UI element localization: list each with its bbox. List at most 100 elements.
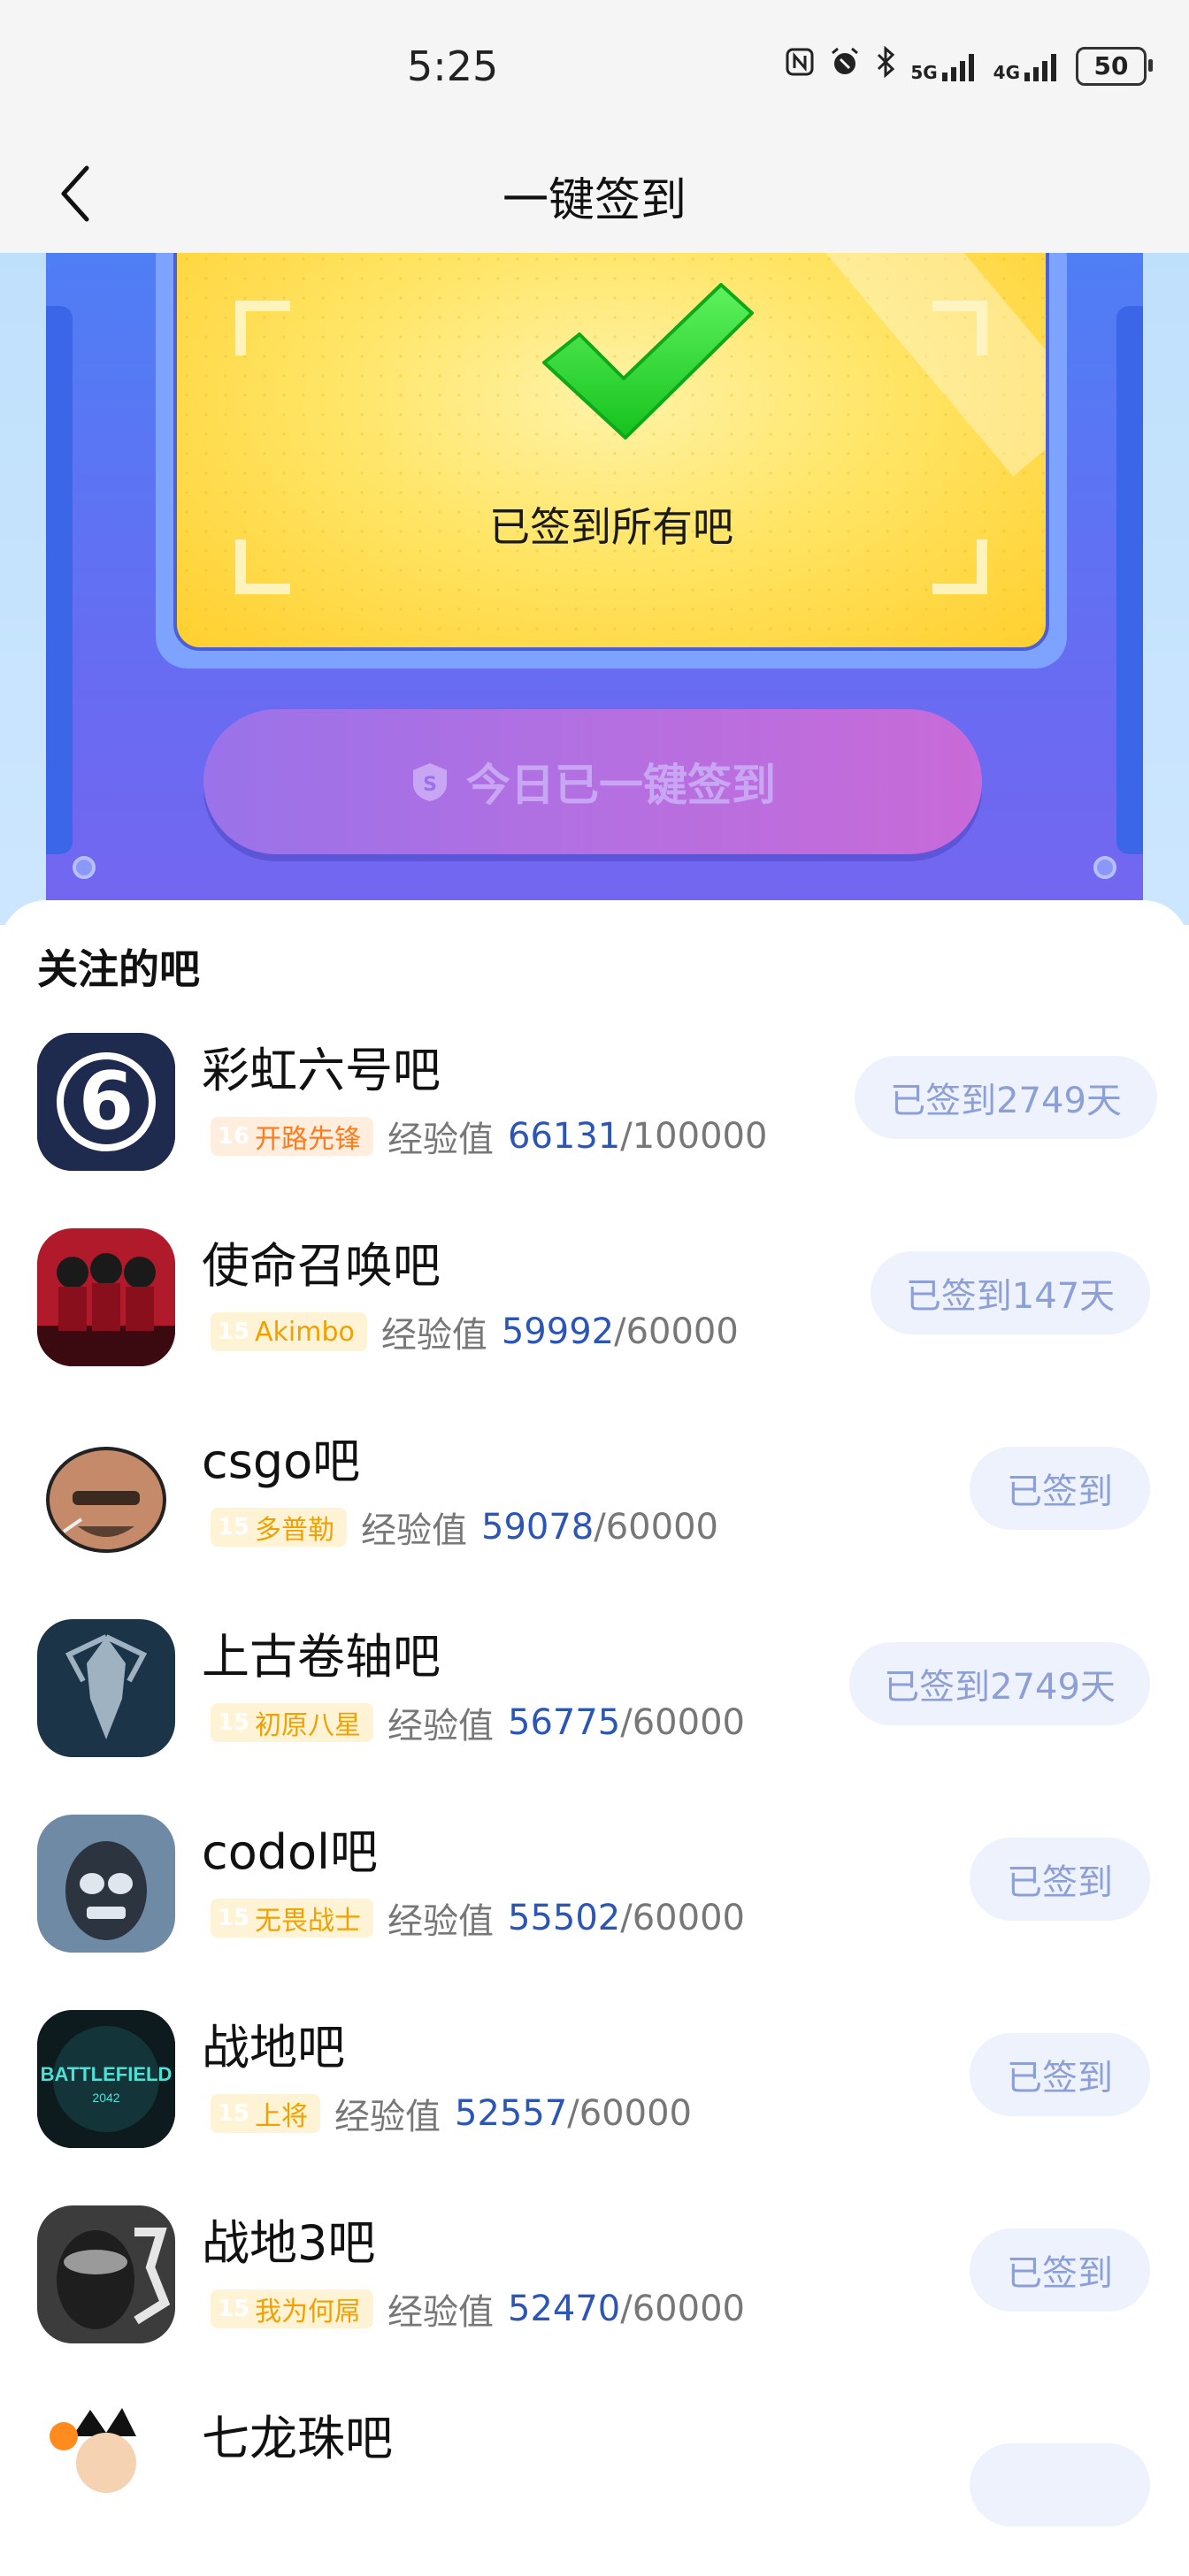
forum-item[interactable]: 七龙珠吧	[0, 2381, 1189, 2576]
exp-label: 经验值	[387, 2292, 494, 2333]
exp-label: 经验值	[380, 1315, 487, 1356]
exp-label: 经验值	[334, 2097, 441, 2137]
level-badge: 15 多普勒	[211, 1508, 347, 1547]
exp-label: 经验值	[361, 1510, 467, 1551]
level-badge: 15 无畏战士	[211, 1899, 373, 1938]
sign-status-button[interactable]: 已签到147天	[871, 1251, 1150, 1334]
forum-name: 战地吧	[202, 2020, 345, 2075]
sign-status-button[interactable]: 已签到	[970, 2228, 1150, 2312]
forum-avatar-skyrim	[37, 1619, 175, 1757]
forum-meta: 15 上将 经验值 52557 /60000	[211, 2091, 692, 2137]
forum-item[interactable]: BATTLEFIELD 2042 战地吧 15 上将 经验值 52557 /60…	[0, 1991, 1189, 2185]
level-badge: 15 初原八星	[211, 1703, 373, 1742]
forum-name: 上古卷轴吧	[202, 1629, 441, 1685]
forum-avatar-csgo	[37, 1424, 175, 1562]
checkmark-icon	[526, 274, 765, 451]
forum-item[interactable]: 使命召唤吧 15 Akimbo 经验值 59992 /60000 已签到147天	[0, 1209, 1189, 1403]
exp-max: /60000	[594, 1507, 718, 1548]
screw-decoration	[1093, 856, 1116, 879]
sign-status-button[interactable]: 已签到2749天	[855, 1056, 1157, 1139]
corner-bracket	[235, 301, 290, 355]
battery-icon: 50	[1076, 46, 1153, 86]
forum-name: 使命召唤吧	[202, 1238, 441, 1294]
exp-label: 经验值	[387, 1901, 494, 1942]
bluetooth-icon	[875, 45, 896, 86]
page-title: 一键签到	[502, 174, 687, 227]
one-click-sign-button[interactable]: S 今日已一键签到	[203, 709, 982, 854]
forum-name: 彩虹六号吧	[202, 1043, 441, 1098]
exp-max: /100000	[620, 1116, 768, 1157]
5g-signal-icon: 5G	[910, 51, 978, 81]
forum-meta: 15 无畏战士 经验值 55502 /60000	[211, 1896, 745, 1942]
sign-status-button[interactable]: 已签到	[970, 1838, 1150, 1921]
level-number: 15	[217, 2296, 250, 2322]
exp-max: /60000	[620, 1898, 745, 1938]
forum-item[interactable]: 战地3吧 15 我为何屌 经验值 52470 /60000 已签到	[0, 2186, 1189, 2381]
level-title: Akimbo	[255, 1316, 355, 1348]
level-badge: 15 Akimbo	[211, 1312, 367, 1351]
level-number: 15	[217, 1514, 250, 1540]
panel-edge-left	[46, 306, 73, 854]
forum-item[interactable]: codol吧 15 无畏战士 经验值 55502 /60000 已签到	[0, 1795, 1189, 1990]
level-number: 15	[217, 2100, 250, 2127]
corner-bracket	[932, 301, 987, 355]
sign-status-button[interactable]: 已签到2749天	[849, 1642, 1150, 1725]
forum-meta: 16 开路先锋 经验值 66131 /100000	[211, 1114, 768, 1160]
exp-current: 52470	[508, 2289, 621, 2329]
forum-meta: 15 Akimbo 经验值 59992 /60000	[211, 1310, 739, 1356]
forum-item[interactable]: 上古卷轴吧 15 初原八星 经验值 56775 /60000 已签到2749天	[0, 1600, 1189, 1794]
exp-current: 66131	[508, 1116, 621, 1157]
one-click-sign-label: 今日已一键签到	[466, 760, 776, 811]
exp-current: 55502	[508, 1898, 621, 1938]
level-title: 我为何屌	[255, 2297, 361, 2328]
svg-text:S: S	[423, 774, 437, 796]
forum-meta: 15 多普勒 经验值 59078 /60000	[211, 1505, 718, 1551]
result-card: 已签到所有吧	[173, 253, 1049, 651]
forum-name: 七龙珠吧	[202, 2411, 393, 2466]
forum-item[interactable]: 6 彩虹六号吧 16 开路先锋 经验值 66131 /100000 已签到274…	[0, 1013, 1189, 1208]
status-bar: 5:25 5G 4G 50	[0, 0, 1189, 133]
status-icons: 5G 4G 50	[785, 45, 1153, 86]
all-signed-message: 已签到所有吧	[489, 503, 733, 551]
shield-icon: S	[410, 761, 450, 803]
forum-avatar-r6: 6	[37, 1033, 175, 1171]
followed-forums-sheet: 关注的吧 6 彩虹六号吧 16 开路先锋 经验值 66131 /100000 已…	[0, 900, 1189, 2539]
exp-current: 59078	[481, 1507, 594, 1548]
sign-status-button[interactable]: 已签到	[970, 2033, 1150, 2116]
level-badge: 16 开路先锋	[211, 1117, 373, 1156]
sign-status-button[interactable]	[970, 2443, 1150, 2526]
forum-avatar-codol	[37, 1815, 175, 1953]
level-title: 无畏战士	[255, 1906, 361, 1937]
svg-text:6: 6	[79, 1055, 134, 1148]
forum-name: 战地3吧	[202, 2215, 376, 2271]
exp-current: 56775	[508, 1702, 621, 1743]
level-number: 15	[217, 1709, 250, 1736]
level-number: 16	[217, 1123, 250, 1150]
exp-label: 经验值	[387, 1120, 494, 1160]
forum-meta: 15 初原八星 经验值 56775 /60000	[211, 1701, 745, 1747]
panel-edge-right	[1116, 306, 1143, 854]
level-title: 多普勒	[255, 1515, 334, 1546]
sign-status-button[interactable]: 已签到	[970, 1447, 1150, 1530]
forum-avatar-dragonball	[37, 2401, 175, 2539]
exp-current: 59992	[501, 1311, 615, 1352]
forum-avatar-battlefield: BATTLEFIELD 2042	[37, 2010, 175, 2148]
level-title: 开路先锋	[255, 1124, 361, 1155]
4g-signal-icon: 4G	[993, 51, 1062, 81]
exp-current: 52557	[455, 2093, 568, 2134]
level-title: 初原八星	[255, 1710, 361, 1741]
sign-in-hero: 已签到所有吧 S 今日已一键签到	[0, 253, 1189, 925]
nfc-icon	[785, 47, 815, 85]
exp-label: 经验值	[387, 1706, 494, 1747]
level-badge: 15 上将	[211, 2094, 320, 2133]
level-title: 上将	[255, 2101, 308, 2132]
section-title: 关注的吧	[37, 945, 200, 993]
forum-name: csgo吧	[202, 1433, 361, 1489]
status-time: 5:25	[407, 42, 499, 90]
alarm-icon	[829, 46, 861, 86]
forum-meta: 15 我为何屌 经验值 52470 /60000	[211, 2287, 745, 2333]
forum-item[interactable]: csgo吧 15 多普勒 经验值 59078 /60000 已签到	[0, 1404, 1189, 1599]
battlefield-logo-year: 2042	[92, 2091, 119, 2105]
screw-decoration	[73, 856, 96, 879]
exp-max: /60000	[620, 2289, 745, 2329]
